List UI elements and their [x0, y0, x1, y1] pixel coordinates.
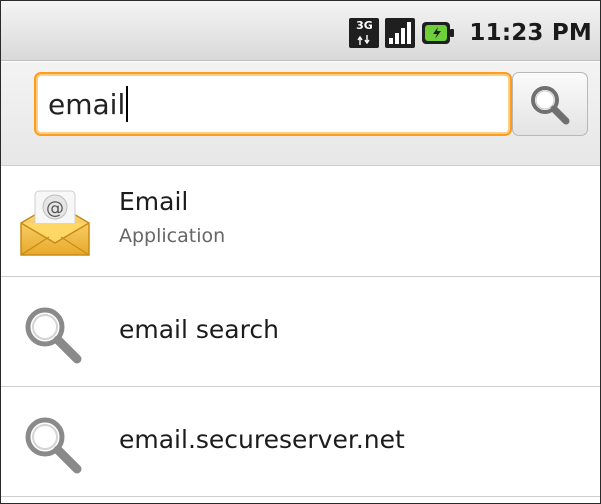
- search-bar: email: [1, 62, 600, 166]
- suggestion-title: email search: [119, 315, 279, 344]
- signal-strength-icon: [385, 18, 416, 48]
- battery-charging-icon: [421, 18, 455, 48]
- suggestion-email-app[interactable]: @ Email Application: [1, 167, 600, 277]
- search-icon: [531, 86, 570, 125]
- 3g-data-icon: 3G: [349, 18, 380, 48]
- search-query-text: email: [48, 87, 126, 121]
- search-icon: [15, 295, 95, 371]
- suggestion-title: email.secureserver.net: [119, 425, 405, 454]
- status-icons: 3G 11:23 PM: [349, 15, 592, 51]
- suggestion-email-search[interactable]: email search: [1, 277, 600, 387]
- suggestion-email-secureserver[interactable]: email.secureserver.net: [1, 387, 600, 497]
- text-cursor: [126, 86, 129, 122]
- email-app-icon: @: [15, 185, 95, 261]
- suggestion-subtitle: Application: [119, 225, 226, 247]
- search-input[interactable]: email: [34, 72, 512, 136]
- status-time: 11:23 PM: [469, 20, 592, 46]
- search-button[interactable]: [512, 72, 588, 136]
- suggestion-title: Email: [119, 187, 189, 216]
- suggestions-list: @ Email Application email search email.s…: [1, 167, 600, 497]
- status-bar: 3G 11:23 PM: [1, 1, 600, 61]
- svg-text:@: @: [46, 198, 64, 219]
- phone-screen: 3G 11:23 PM email @ Email Application em…: [0, 0, 601, 504]
- search-icon: [15, 405, 95, 481]
- network-type-label: 3G: [356, 19, 373, 32]
